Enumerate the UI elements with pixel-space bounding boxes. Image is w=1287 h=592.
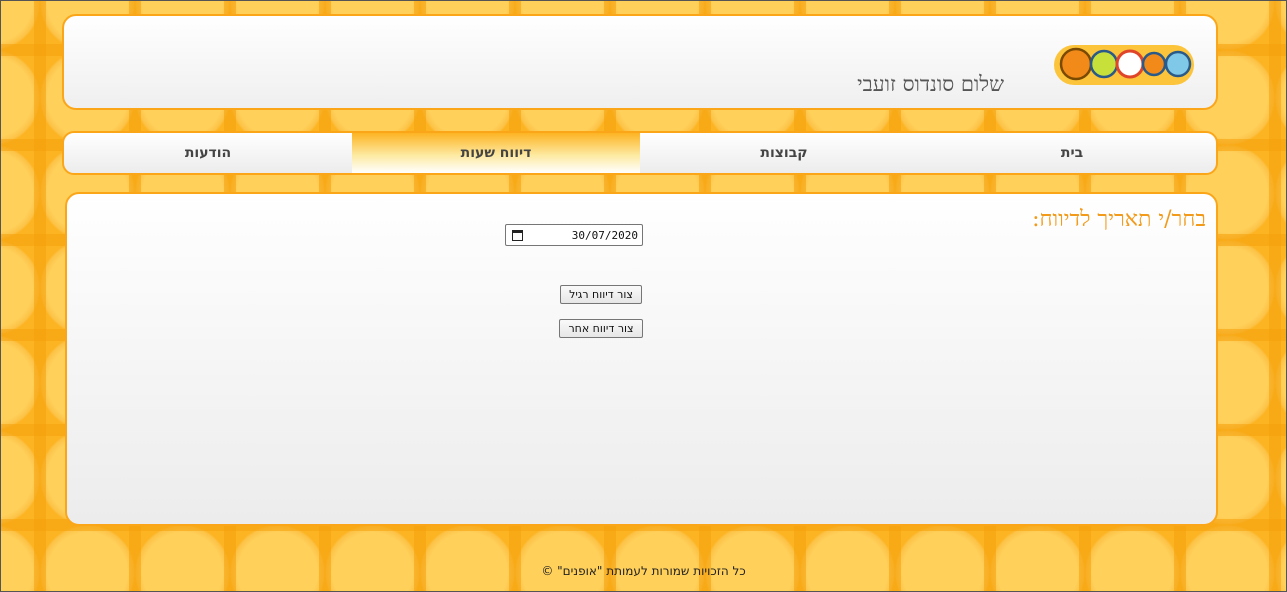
footer-copyright: כל הזכויות שמורות לעמותת "אופנים" © xyxy=(541,564,746,578)
create-other-report-button[interactable]: צור דיווח אחר xyxy=(559,319,643,338)
create-regular-report-button[interactable]: צור דיווח רגיל xyxy=(560,285,642,304)
date-value: 30/07/2020 xyxy=(571,228,638,242)
ofanim-logo[interactable] xyxy=(1054,40,1194,90)
header-panel: שלום סונדוס זועבי xyxy=(62,14,1218,110)
main-nav: בית קבוצות דיווח שעות הודעות xyxy=(62,131,1218,175)
greeting-text: שלום סונדוס זועבי xyxy=(857,72,1004,96)
nav-item-messages[interactable]: הודעות xyxy=(64,133,352,173)
report-date-input[interactable]: 30/07/2020 xyxy=(505,224,643,246)
calendar-icon[interactable] xyxy=(512,229,523,241)
nav-item-home[interactable]: בית xyxy=(928,133,1216,173)
page-title: בחר/י תאריך לדיווח: xyxy=(1032,207,1206,232)
main-content-panel: בחר/י תאריך לדיווח: 30/07/2020 צור דיווח… xyxy=(65,192,1218,526)
nav-item-groups[interactable]: קבוצות xyxy=(640,133,928,173)
nav-item-hours-report[interactable]: דיווח שעות xyxy=(352,133,640,173)
